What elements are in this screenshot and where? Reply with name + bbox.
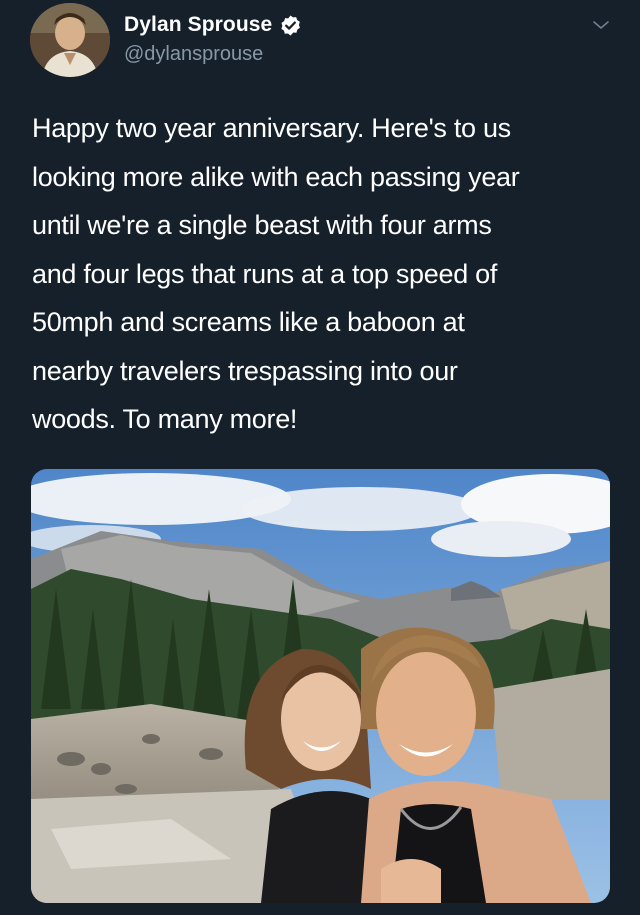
selfie-mountain-photo-icon bbox=[31, 469, 610, 903]
tweet-text-line: woods. To many more! bbox=[32, 404, 298, 434]
chevron-down-icon[interactable] bbox=[590, 17, 612, 33]
tweet-card: Dylan Sprouse @dylansprouse Happy two ye… bbox=[0, 0, 640, 915]
tweet-text-line: nearby travelers trespassing into our bbox=[32, 355, 458, 386]
author-handle[interactable]: @dylansprouse bbox=[124, 43, 263, 66]
author-name-row: Dylan Sprouse bbox=[124, 13, 302, 37]
avatar-photo-icon bbox=[30, 3, 110, 77]
author-avatar[interactable] bbox=[30, 3, 110, 77]
tweet-text-line: and four legs that runs at a top speed o… bbox=[32, 258, 498, 289]
tweet-text-line: until we're a single beast with four arm… bbox=[32, 210, 492, 240]
tweet-text-line: Happy two year anniversary. Here's to us bbox=[32, 113, 511, 143]
tweet-text-line: looking more alike with each passing yea… bbox=[32, 161, 520, 192]
verified-badge-icon bbox=[281, 14, 301, 36]
author-display-name[interactable]: Dylan Sprouse bbox=[124, 13, 272, 37]
tweet-photo[interactable] bbox=[31, 469, 610, 903]
tweet-text-line: 50mph and screams like a baboon at bbox=[32, 307, 465, 337]
tweet-text: Happy two year anniversary. Here's to us… bbox=[32, 104, 622, 444]
